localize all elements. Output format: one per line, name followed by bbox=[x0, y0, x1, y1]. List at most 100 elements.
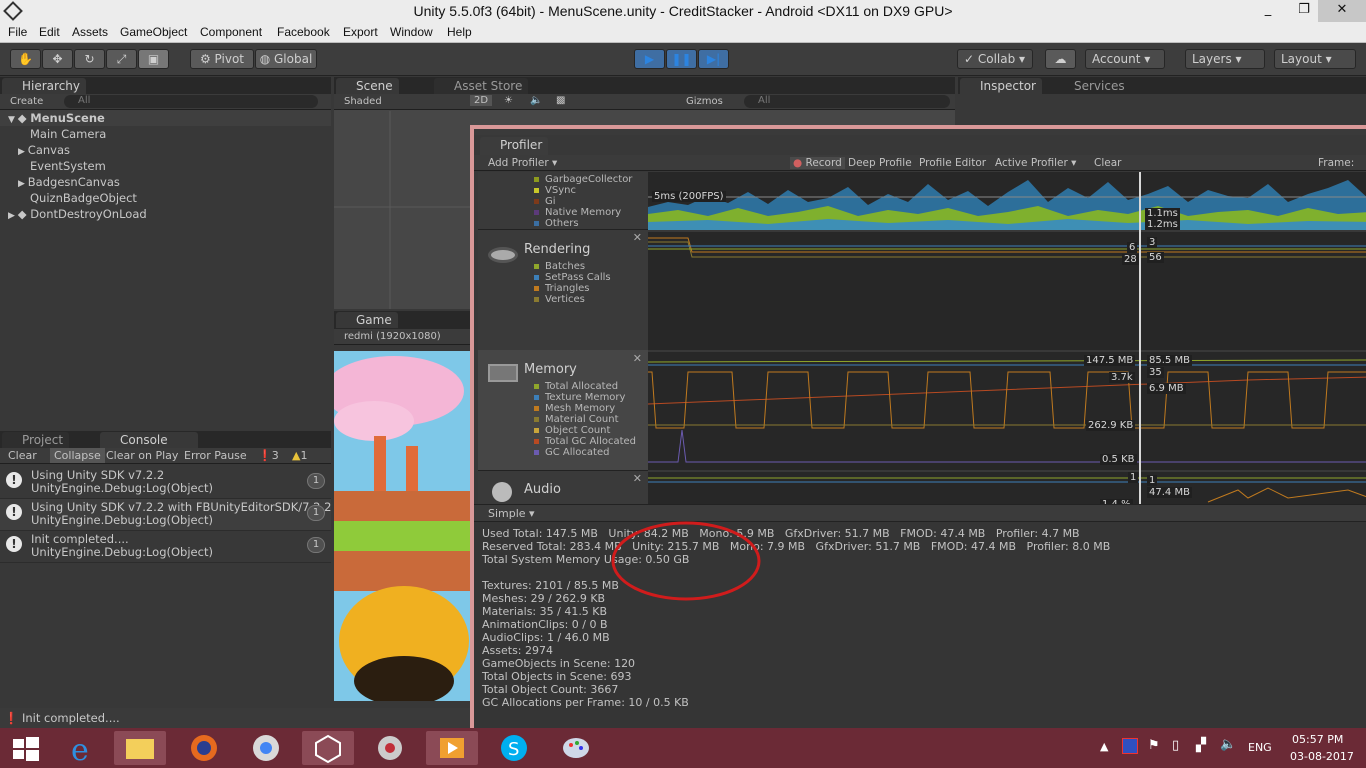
step-button[interactable]: ▶| bbox=[698, 49, 729, 69]
legend-item[interactable]: Texture Memory bbox=[534, 392, 625, 403]
simple-mode-dropdown[interactable]: Simple ▾ bbox=[488, 507, 535, 520]
active-profiler-dropdown[interactable]: Active Profiler ▾ bbox=[995, 157, 1076, 169]
create-dropdown[interactable]: Create bbox=[10, 96, 43, 107]
menu-export[interactable]: Export bbox=[343, 25, 378, 39]
scene-search-input[interactable]: All bbox=[744, 95, 950, 108]
profile-editor-button[interactable]: Profile Editor bbox=[919, 157, 986, 169]
menu-edit[interactable]: Edit bbox=[39, 25, 60, 39]
legend-item[interactable]: Vertices bbox=[534, 294, 585, 305]
internet-explorer-icon[interactable]: e bbox=[55, 731, 107, 768]
legend-item[interactable]: Gi bbox=[534, 196, 556, 207]
pause-button[interactable]: ❚❚ bbox=[666, 49, 697, 69]
scale-tool-icon[interactable]: ⤢ bbox=[106, 49, 137, 69]
battery-icon[interactable]: ▯ bbox=[1172, 738, 1179, 753]
hand-tool-icon[interactable]: ✋ bbox=[10, 49, 41, 69]
tray-app-icon[interactable] bbox=[1122, 738, 1138, 754]
layers-dropdown[interactable]: Layers ▾ bbox=[1185, 49, 1265, 69]
hierarchy-item-menuscene[interactable]: ▼ ◆ MenuScene bbox=[0, 110, 331, 126]
console-entry[interactable]: ! Using Unity SDK v7.2.2 UnityEngine.Debu… bbox=[0, 467, 331, 499]
legend-item[interactable]: Native Memory bbox=[534, 207, 621, 218]
collab-dropdown[interactable]: ✓ Collab ▾ bbox=[957, 49, 1033, 69]
tab-inspector[interactable]: Inspector bbox=[960, 78, 1042, 94]
maximize-button[interactable]: ❐ bbox=[1290, 0, 1318, 22]
record-button[interactable]: ● Record bbox=[790, 157, 845, 169]
legend-item[interactable]: Triangles bbox=[534, 283, 589, 294]
legend-item[interactable]: Object Count bbox=[534, 425, 610, 436]
firefox-icon[interactable] bbox=[178, 731, 230, 765]
chrome-icon[interactable] bbox=[240, 731, 292, 765]
2d-toggle[interactable]: 2D bbox=[470, 95, 493, 106]
legend-item[interactable]: Others bbox=[534, 218, 579, 229]
hierarchy-item-canvas[interactable]: ▶ Canvas bbox=[18, 142, 70, 158]
legend-item[interactable]: GC Allocated bbox=[534, 447, 609, 458]
console-entry[interactable]: ! Init completed.... UnityEngine.Debug:Lo… bbox=[0, 531, 331, 563]
console-entry[interactable]: ! Using Unity SDK v7.2.2 with FBUnityEdi… bbox=[0, 499, 331, 531]
clock-date[interactable]: 03-08-2017 bbox=[1290, 750, 1354, 763]
legend-item[interactable]: Material Count bbox=[534, 414, 619, 425]
effects-toggle-icon[interactable]: ▩ bbox=[556, 95, 565, 106]
hierarchy-item-badgesncanvas[interactable]: ▶ BadgesnCanvas bbox=[18, 174, 120, 190]
shading-mode-dropdown[interactable]: Shaded bbox=[344, 96, 382, 107]
tab-project[interactable]: Project bbox=[2, 432, 70, 448]
add-profiler-dropdown[interactable]: Add Profiler ▾ bbox=[488, 157, 557, 169]
hierarchy-search-input[interactable]: All bbox=[64, 95, 318, 108]
legend-item[interactable]: GarbageCollector bbox=[534, 174, 632, 185]
lighting-toggle-icon[interactable]: ☀ bbox=[504, 95, 513, 106]
hierarchy-item-eventsystem[interactable]: EventSystem bbox=[30, 158, 106, 174]
rendering-close-icon[interactable]: ✕ bbox=[633, 231, 642, 244]
clear-on-play-button[interactable]: Clear on Play bbox=[106, 449, 178, 462]
menu-assets[interactable]: Assets bbox=[72, 25, 108, 39]
clock-time[interactable]: 05:57 PM bbox=[1292, 733, 1343, 746]
menu-file[interactable]: File bbox=[8, 25, 27, 39]
close-button[interactable]: ✕ bbox=[1318, 0, 1366, 22]
move-tool-icon[interactable]: ✥ bbox=[42, 49, 73, 69]
layout-dropdown[interactable]: Layout ▾ bbox=[1274, 49, 1356, 69]
flag-icon[interactable]: ⚑ bbox=[1148, 738, 1160, 753]
language-indicator[interactable]: ENG bbox=[1248, 741, 1272, 754]
collapse-button[interactable]: Collapse bbox=[50, 448, 105, 463]
audio-close-icon[interactable]: ✕ bbox=[633, 472, 642, 485]
menu-component[interactable]: Component bbox=[200, 25, 262, 39]
deep-profile-button[interactable]: Deep Profile bbox=[848, 157, 912, 169]
legend-item[interactable]: Total GC Allocated bbox=[534, 436, 636, 447]
error-pause-button[interactable]: Error Pause bbox=[184, 449, 247, 462]
tab-console[interactable]: Console bbox=[100, 432, 198, 448]
legend-item[interactable]: VSync bbox=[534, 185, 576, 196]
tab-services[interactable]: Services bbox=[1054, 78, 1131, 94]
minimize-button[interactable]: _ bbox=[1253, 0, 1283, 22]
scene-grid[interactable] bbox=[334, 111, 470, 309]
legend-item[interactable]: Mesh Memory bbox=[534, 403, 615, 414]
info-filter-toggle[interactable]: ❗3 bbox=[258, 449, 279, 462]
skype-icon[interactable]: S bbox=[488, 731, 540, 765]
play-button[interactable]: ▶ bbox=[634, 49, 665, 69]
profiler-clear-button[interactable]: Clear bbox=[1094, 157, 1121, 169]
start-button[interactable] bbox=[0, 731, 50, 765]
rotate-tool-icon[interactable]: ↻ bbox=[74, 49, 105, 69]
menu-facebook[interactable]: Facebook bbox=[277, 25, 330, 39]
tray-overflow-icon[interactable]: ▲ bbox=[1100, 740, 1108, 753]
legend-item[interactable]: SetPass Calls bbox=[534, 272, 611, 283]
menu-window[interactable]: Window bbox=[390, 25, 433, 39]
audio-toggle-icon[interactable]: 🔈 bbox=[530, 95, 542, 106]
cloud-services-icon[interactable]: ☁ bbox=[1045, 49, 1076, 69]
hierarchy-item-main-camera[interactable]: Main Camera bbox=[30, 126, 106, 142]
profiler-charts[interactable] bbox=[648, 172, 1366, 504]
hierarchy-item-quiznbadgeobject[interactable]: QuiznBadgeObject bbox=[30, 190, 137, 206]
clear-button[interactable]: Clear bbox=[8, 449, 37, 462]
tab-game[interactable]: Game bbox=[336, 312, 398, 328]
tab-asset-store[interactable]: Asset Store bbox=[434, 78, 529, 94]
gizmos-dropdown[interactable]: Gizmos bbox=[686, 96, 723, 107]
global-toggle[interactable]: ◍ Global bbox=[255, 49, 317, 69]
tab-profiler[interactable]: Profiler bbox=[480, 137, 549, 155]
pivot-toggle[interactable]: ⚙ Pivot bbox=[190, 49, 254, 69]
rect-tool-icon[interactable]: ▣ bbox=[138, 49, 169, 69]
legend-item[interactable]: Batches bbox=[534, 261, 585, 272]
network-icon[interactable]: ▞ bbox=[1196, 738, 1206, 753]
resolution-dropdown[interactable]: redmi (1920x1080) bbox=[344, 331, 441, 342]
menu-gameobject[interactable]: GameObject bbox=[120, 25, 187, 39]
file-explorer-icon[interactable] bbox=[114, 731, 166, 765]
tab-scene[interactable]: Scene bbox=[336, 78, 399, 94]
volume-icon[interactable]: 🔈 bbox=[1220, 737, 1236, 752]
tab-hierarchy[interactable]: Hierarchy bbox=[2, 78, 87, 94]
paint-app-icon[interactable] bbox=[550, 731, 602, 765]
